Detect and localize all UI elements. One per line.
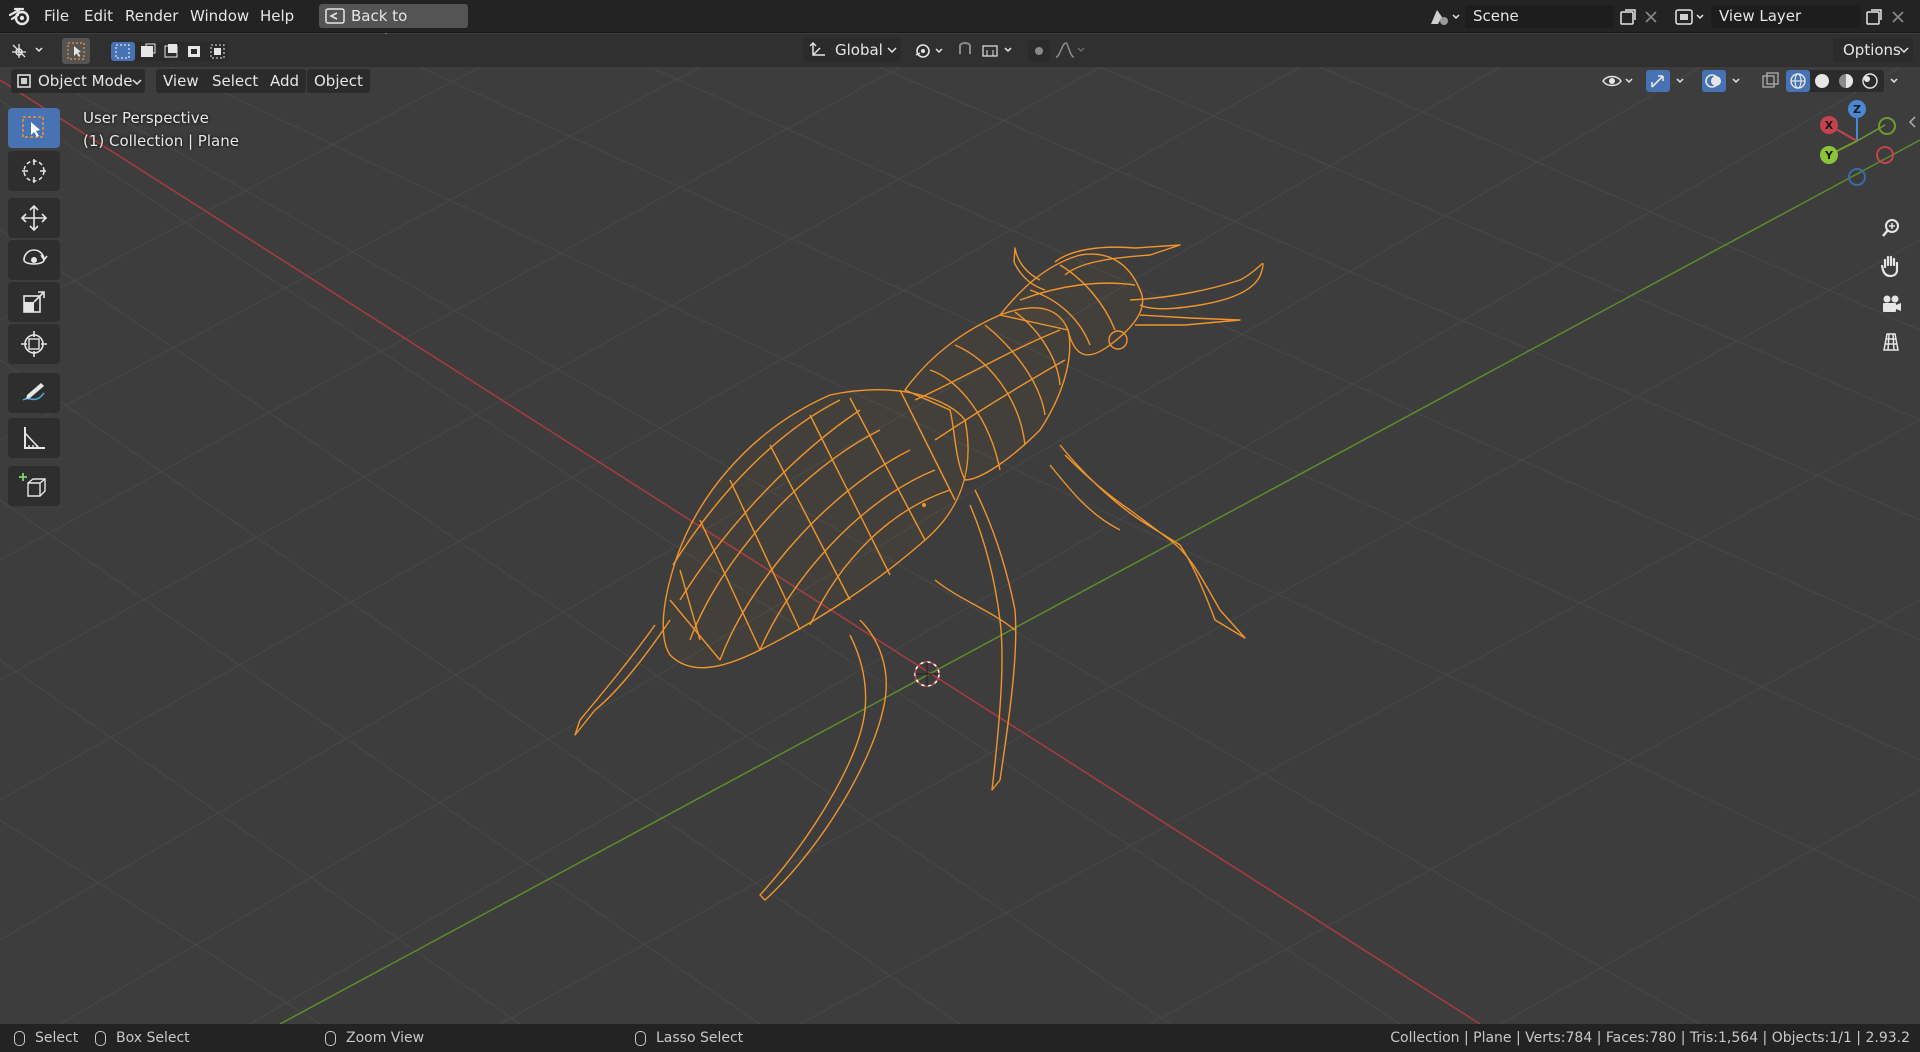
- transform-tool[interactable]: [8, 324, 60, 364]
- mode-dropdown[interactable]: Object Mode: [11, 69, 145, 93]
- tool-header: Global Options: [0, 34, 1920, 67]
- gizmo-x-label: X: [1825, 119, 1834, 132]
- selection-mode-icons[interactable]: [110, 41, 230, 61]
- move-icon: [20, 204, 48, 232]
- status-zoom-view-label: Zoom View: [346, 1030, 425, 1046]
- add-cube-tool[interactable]: [8, 466, 60, 506]
- shading-mode-icons[interactable]: [1786, 70, 1906, 92]
- object-mode-icon: [17, 74, 31, 88]
- pan-button[interactable]: [1874, 249, 1908, 283]
- navigation-gizmo[interactable]: Z X Y: [1805, 93, 1905, 193]
- orientation-icon: [809, 42, 825, 56]
- mouse-right-icon: [635, 1030, 646, 1046]
- perspective-label: User Perspective: [83, 109, 209, 127]
- zoom-icon: [1882, 219, 1899, 237]
- transform-icon: [21, 331, 47, 357]
- measure-tool[interactable]: [8, 418, 60, 458]
- menu-file[interactable]: File: [38, 5, 75, 27]
- status-select-label: Select: [35, 1030, 79, 1046]
- status-box-select-label: Box Select: [116, 1030, 190, 1046]
- move-tool[interactable]: [8, 198, 60, 238]
- scene-icon[interactable]: [1428, 7, 1462, 27]
- rotate-icon: [23, 249, 48, 265]
- chevron-down-icon: [132, 79, 142, 86]
- status-lasso-select: Lasso Select: [635, 1029, 743, 1047]
- status-lasso-select-label: Lasso Select: [656, 1030, 744, 1046]
- overlays-icon[interactable]: [1702, 70, 1746, 92]
- rotate-tool[interactable]: [8, 240, 60, 280]
- select-box-tool[interactable]: [8, 108, 60, 148]
- viewport-menu-view[interactable]: View: [156, 69, 206, 93]
- editor-type-icon[interactable]: [10, 40, 50, 60]
- cursor-icon: [22, 159, 46, 183]
- active-tool-button[interactable]: [62, 38, 90, 64]
- snap-icon[interactable]: [955, 40, 1017, 62]
- back-to-previous-button[interactable]: Back to Previous: [319, 4, 468, 49]
- gizmo-y-label: Y: [1824, 149, 1834, 162]
- proportional-editing-icon[interactable]: [1028, 40, 1088, 62]
- menu-edit[interactable]: Edit: [78, 5, 119, 27]
- scene-statistics: Collection | Plane | Verts:784 | Faces:7…: [1390, 1030, 1910, 1046]
- mode-label: Object Mode: [38, 72, 133, 90]
- cursor-arrow-icon: [67, 42, 85, 60]
- zoom-button[interactable]: [1874, 211, 1908, 245]
- delete-view-layer-icon[interactable]: [1890, 9, 1906, 25]
- transform-orientation-label: Global: [835, 41, 883, 59]
- select-box-icon: [22, 116, 44, 138]
- transform-orientation-dropdown[interactable]: Global: [803, 38, 901, 62]
- menu-help[interactable]: Help: [254, 5, 300, 27]
- status-zoom-view: Zoom View: [325, 1029, 424, 1047]
- chevron-down-icon: [1899, 47, 1909, 54]
- gizmo-toggle-icon[interactable]: [1646, 70, 1690, 92]
- pivot-point-icon[interactable]: [912, 41, 948, 61]
- new-view-layer-icon[interactable]: [1864, 7, 1884, 27]
- scale-icon: [23, 291, 45, 313]
- xray-icon[interactable]: [1760, 70, 1782, 92]
- add-cube-icon: [19, 473, 46, 497]
- ortho-toggle-button[interactable]: [1874, 325, 1908, 359]
- blender-logo-icon[interactable]: [9, 7, 31, 27]
- hand-icon: [1880, 255, 1899, 278]
- view-layer-name-field[interactable]: View Layer: [1711, 5, 1861, 28]
- options-label: Options: [1843, 41, 1901, 59]
- beetle-mesh: [574, 244, 1264, 901]
- collection-label: (1) Collection | Plane: [83, 132, 239, 150]
- status-box-select: Box Select: [95, 1029, 190, 1047]
- 3d-viewport[interactable]: User Perspective (1) Collection | Plane …: [0, 67, 1920, 1024]
- cursor-tool[interactable]: [8, 151, 60, 191]
- viewport-scene[interactable]: [0, 67, 1920, 1024]
- mouse-middle-icon: [325, 1030, 336, 1046]
- annotate-icon: [22, 383, 45, 401]
- top-bar: File Edit Render Window Help Back to Pre…: [0, 0, 1920, 49]
- mouse-left-icon: [14, 1030, 25, 1046]
- chevron-down-icon: [887, 47, 897, 54]
- gizmo-z-label: Z: [1853, 103, 1861, 116]
- view-layer-icon[interactable]: [1673, 7, 1707, 27]
- 3d-cursor: [914, 661, 940, 687]
- menu-window[interactable]: Window: [184, 5, 255, 27]
- options-dropdown[interactable]: Options: [1833, 38, 1913, 62]
- camera-view-button[interactable]: [1874, 287, 1908, 321]
- scale-tool[interactable]: [8, 282, 60, 322]
- viewport-menu-select[interactable]: Select: [205, 69, 266, 93]
- back-icon: [325, 8, 345, 24]
- viewport-menu-object[interactable]: Object: [307, 69, 370, 93]
- sidebar-toggle-icon[interactable]: [1908, 115, 1918, 129]
- status-select: Select: [14, 1029, 78, 1047]
- visibility-icon[interactable]: [1601, 70, 1637, 92]
- camera-icon: [1883, 295, 1901, 312]
- new-scene-icon[interactable]: [1618, 7, 1638, 27]
- scene-name-field[interactable]: Scene: [1465, 5, 1614, 28]
- grid-icon: [1883, 333, 1899, 351]
- viewport-menu-add[interactable]: Add: [263, 69, 307, 93]
- status-bar: Select Box Select Zoom View Lasso Select…: [0, 1024, 1920, 1052]
- mouse-middle-drag-icon: [95, 1030, 106, 1046]
- menu-render[interactable]: Render: [119, 5, 184, 27]
- delete-scene-icon[interactable]: [1643, 9, 1659, 25]
- measure-icon: [24, 427, 45, 449]
- annotate-tool[interactable]: [8, 373, 60, 413]
